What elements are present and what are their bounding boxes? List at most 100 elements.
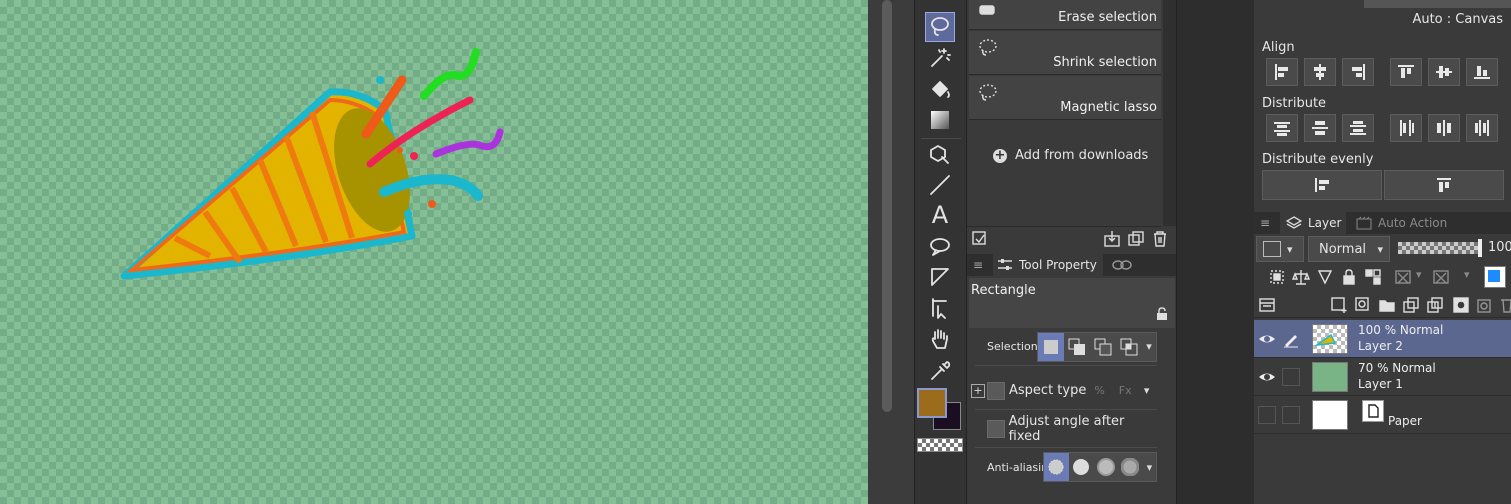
distribute-bottom-button[interactable] <box>1342 114 1374 142</box>
aspect-fixed-icon[interactable]: Fx <box>1119 384 1132 397</box>
merge-down-icon[interactable] <box>1426 296 1444 317</box>
subtool-scrollbar[interactable] <box>1163 0 1177 226</box>
eye-icon[interactable] <box>1258 368 1276 386</box>
aspect-type-checkbox[interactable] <box>987 381 1005 400</box>
magic-wand-icon[interactable] <box>925 43 955 73</box>
draft-layer-icon[interactable] <box>1316 268 1334 289</box>
delete-layer-icon[interactable] <box>1498 296 1511 317</box>
opacity-value[interactable]: 100 <box>1488 240 1511 255</box>
import-icon[interactable] <box>1103 230 1121 248</box>
layer-row-paper[interactable]: Paper <box>1254 396 1511 434</box>
tab-auto-action[interactable]: Auto Action <box>1350 212 1460 234</box>
line-tool-icon[interactable] <box>925 170 955 200</box>
main-color-swatch[interactable] <box>917 388 947 418</box>
subtool-shrink-selection[interactable]: Shrink selection <box>969 31 1161 75</box>
tab-layer[interactable]: Layer <box>1280 212 1346 234</box>
ruler-disabled-icon[interactable] <box>1432 268 1450 289</box>
opacity-slider[interactable] <box>1398 239 1482 257</box>
clip-layer-icon[interactable] <box>1268 268 1286 289</box>
duplicate-icon[interactable] <box>1127 230 1145 248</box>
aa-none-icon[interactable] <box>1044 453 1069 481</box>
new-folder-icon[interactable] <box>1378 296 1396 317</box>
align-right-button[interactable] <box>1342 58 1374 86</box>
adjust-angle-checkbox[interactable] <box>987 419 1005 438</box>
layer-edit-cell[interactable] <box>1282 368 1300 386</box>
chevron-down-icon[interactable]: ▾ <box>1464 268 1470 281</box>
lock-icon[interactable] <box>1155 307 1169 324</box>
transparent-color-swatch[interactable] <box>917 438 963 452</box>
new-selection-icon[interactable] <box>1038 332 1064 361</box>
distribute-middle-button[interactable] <box>1428 114 1460 142</box>
lock-layer-icon[interactable] <box>1340 268 1358 289</box>
mask-disabled-icon[interactable] <box>1394 268 1412 289</box>
distribute-evenly-horizontal-button[interactable] <box>1384 170 1504 200</box>
fill-bucket-icon[interactable] <box>925 75 955 105</box>
scrollbar-thumb[interactable] <box>882 0 892 412</box>
aa-medium-icon[interactable] <box>1093 453 1118 481</box>
intersect-selection-icon[interactable] <box>1116 333 1142 361</box>
subtool-magnetic-lasso[interactable]: Magnetic lasso <box>969 76 1161 120</box>
panel-menu-icon[interactable]: ≡ <box>973 254 983 276</box>
correct-line-icon[interactable] <box>925 293 955 323</box>
subtract-selection-icon[interactable] <box>1090 333 1116 361</box>
align-center-vertical-button[interactable] <box>1428 58 1460 86</box>
align-center-horizontal-button[interactable] <box>1304 58 1336 86</box>
distribute-center-button[interactable] <box>1304 114 1336 142</box>
expand-plus-icon[interactable]: + <box>971 383 985 398</box>
tab-sub-tool-detail[interactable] <box>1111 254 1141 276</box>
speech-balloon-icon[interactable] <box>925 232 955 262</box>
lock-transparency-icon[interactable] <box>1364 268 1382 289</box>
align-bottom-button[interactable] <box>1466 58 1498 86</box>
apply-mask-icon[interactable] <box>1476 296 1494 317</box>
subtool-erase-selection[interactable]: Erase selection <box>969 0 1161 30</box>
eye-icon[interactable] <box>1258 330 1276 348</box>
new-vector-layer-icon[interactable] <box>1354 296 1372 317</box>
aspect-percent-icon[interactable]: % <box>1094 384 1104 397</box>
panel-menu-icon[interactable]: ≡ <box>1260 212 1270 234</box>
align-top-button[interactable] <box>1390 58 1422 86</box>
selection-mode-selector[interactable]: ▾ <box>1037 331 1157 362</box>
tab-tool-property[interactable]: Tool Property <box>993 254 1103 276</box>
layer-list-icon[interactable] <box>1258 296 1276 317</box>
layer-row-layer-2[interactable]: 100 % Normal Layer 2 <box>1254 320 1511 358</box>
plus-icon: + <box>993 147 1007 163</box>
distribute-left-button[interactable] <box>1390 114 1422 142</box>
chevron-down-icon[interactable]: ▾ <box>1416 268 1422 281</box>
layer-color-dropdown[interactable]: ▾ <box>1256 236 1304 262</box>
chevron-down-icon[interactable]: ▾ <box>1142 333 1156 361</box>
object-select-icon[interactable] <box>925 140 955 170</box>
trash-icon[interactable] <box>1151 230 1169 248</box>
add-from-downloads-button[interactable]: + Add from downloads <box>993 148 1148 163</box>
transfer-down-icon[interactable] <box>1402 296 1420 317</box>
chevron-down-icon[interactable]: ▾ <box>1140 377 1154 405</box>
hand-icon[interactable] <box>925 324 955 354</box>
layer-color-icon[interactable] <box>1484 266 1506 288</box>
align-mode-text[interactable]: Auto : Canvas <box>1412 12 1503 27</box>
aa-weak-icon[interactable] <box>1069 453 1094 481</box>
create-mask-icon[interactable] <box>1452 296 1470 317</box>
ruler-frame-icon[interactable] <box>925 262 955 292</box>
text-tool-icon[interactable]: A <box>925 200 955 230</box>
align-left-button[interactable] <box>1266 58 1298 86</box>
drawing-canvas[interactable] <box>0 0 868 504</box>
layer-edit-cell[interactable] <box>1282 406 1300 424</box>
eyedropper-icon[interactable] <box>925 356 955 386</box>
distribute-evenly-vertical-button[interactable] <box>1262 170 1382 200</box>
opacity-slider-handle[interactable] <box>1478 239 1482 257</box>
new-raster-layer-icon[interactable] <box>1330 296 1348 317</box>
blend-mode-dropdown[interactable]: Normal ▾ <box>1308 236 1390 262</box>
gradient-icon[interactable] <box>925 105 955 135</box>
add-selection-icon[interactable] <box>1064 333 1090 361</box>
distribute-right-button[interactable] <box>1466 114 1498 142</box>
anti-aliasing-selector[interactable]: ▾ <box>1043 452 1157 482</box>
distribute-top-button[interactable] <box>1266 114 1298 142</box>
subtool-settings-icon[interactable] <box>971 230 989 248</box>
layer-row-layer-1[interactable]: 70 % Normal Layer 1 <box>1254 358 1511 396</box>
canvas-scrollbar[interactable] <box>868 0 914 504</box>
chevron-down-icon[interactable]: ▾ <box>1143 453 1156 481</box>
reference-layer-icon[interactable] <box>1291 268 1311 289</box>
layer-visibility-cell[interactable] <box>1258 406 1276 424</box>
aa-strong-icon[interactable] <box>1118 453 1143 481</box>
lasso-selection-icon[interactable] <box>925 12 955 42</box>
pencil-icon[interactable] <box>1282 330 1300 348</box>
